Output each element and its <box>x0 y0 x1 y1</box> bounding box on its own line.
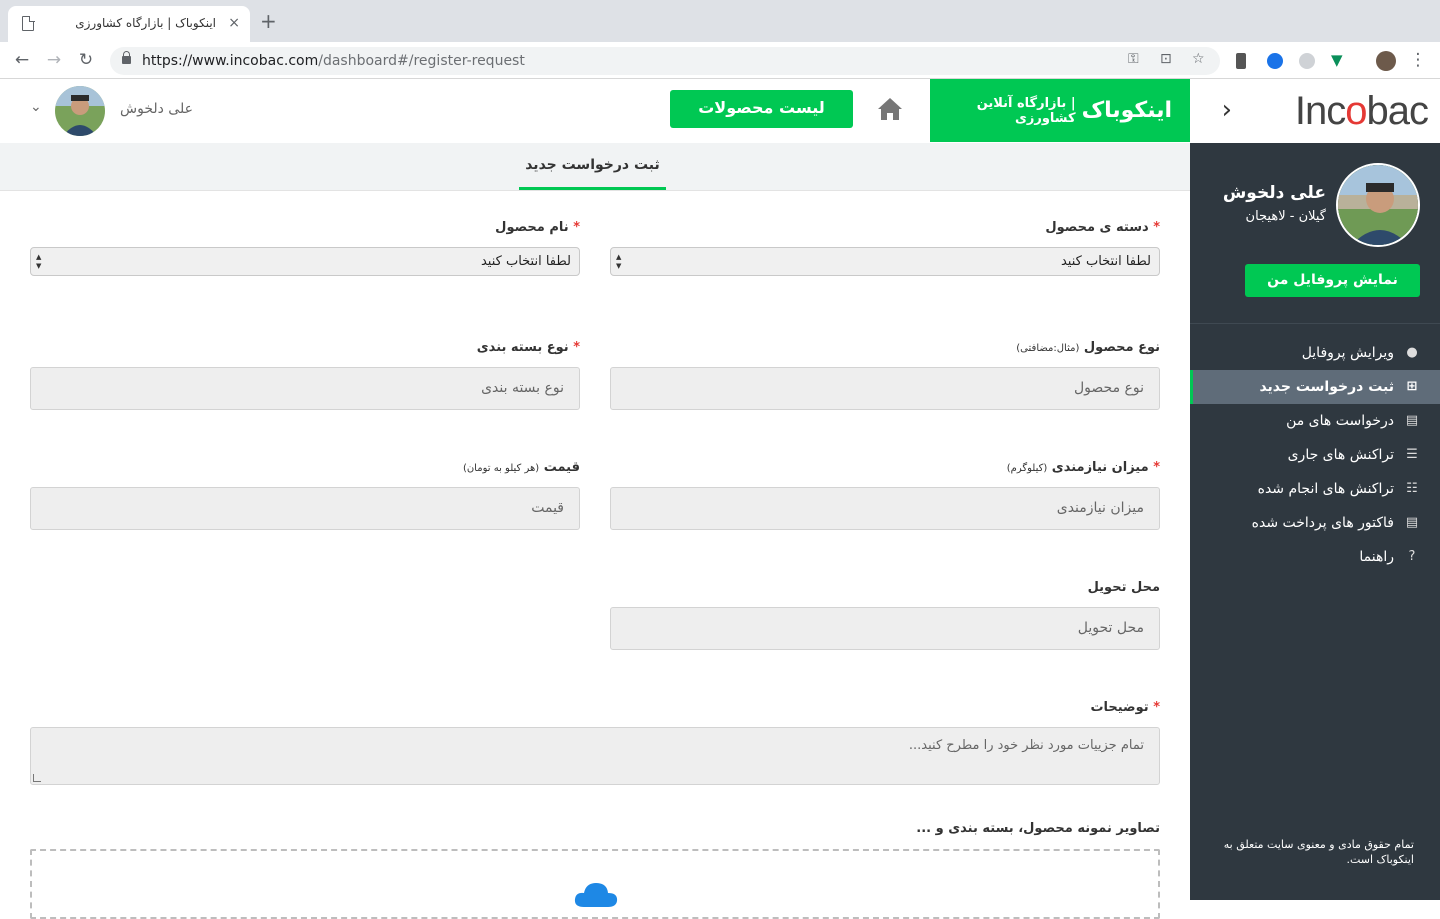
product-type-label: نوع محصول (مثال:مضافتی) <box>1016 340 1160 355</box>
sidebar-item-my-requests[interactable]: ▤ درخواست های من <box>1190 404 1440 438</box>
new-tab-button[interactable]: + <box>260 11 277 31</box>
question-circle-icon: ? <box>1408 549 1416 564</box>
quantity-label: * میزان نیازمندی (کیلوگرم) <box>1006 460 1160 475</box>
price-input[interactable]: قیمت <box>30 487 580 530</box>
browser-menu-icon[interactable]: ⋮ <box>1406 49 1430 71</box>
tab-new-request[interactable]: ثبت درخواست جدید <box>519 143 666 190</box>
brand-name: اینکوباک <box>1081 98 1172 123</box>
address-bar[interactable]: https://www.incobac.com/dashboard#/regis… <box>110 47 1220 75</box>
image-dropzone[interactable] <box>30 849 1160 919</box>
app-header: Incobac › اینکوباک | بازارگاه آنلاین کشا… <box>0 79 1440 143</box>
select-arrows-icon: ▲ ▼ <box>616 253 622 270</box>
packaging-input[interactable]: نوع بسته بندی <box>30 367 580 410</box>
back-icon[interactable]: ← <box>10 49 34 71</box>
images-label: تصاویر نمونه محصول، بسته بندی و ... <box>916 821 1160 836</box>
incobac-logo[interactable]: Incobac <box>1295 89 1429 134</box>
browser-profile-avatar[interactable] <box>1376 51 1396 71</box>
sidebar-item-label: درخواست های من <box>1286 413 1394 429</box>
extension-v-icon[interactable]: ▼ <box>1331 52 1347 68</box>
cloud-upload-icon <box>574 883 618 907</box>
quantity-input[interactable]: میزان نیازمندی <box>610 487 1160 530</box>
home-icon[interactable] <box>875 94 905 124</box>
show-profile-button[interactable]: نمایش پروفایل من <box>1245 264 1420 297</box>
list-alt-icon: ▤ <box>1405 413 1419 428</box>
category-select[interactable]: لطفا انتخاب کنید ▲ ▼ <box>610 247 1160 276</box>
delivery-input[interactable]: محل تحویل <box>610 607 1160 650</box>
product-type-input[interactable]: نوع محصول <box>610 367 1160 410</box>
plus-square-icon: ⊞ <box>1406 379 1418 394</box>
header-user-name[interactable]: علی دلخوش <box>120 101 193 117</box>
sidebar-item-label: ثبت درخواست جدید <box>1259 379 1394 395</box>
forward-icon[interactable]: → <box>42 49 66 71</box>
extension-blue-icon[interactable] <box>1267 53 1283 69</box>
reload-icon[interactable]: ↻ <box>74 49 98 71</box>
sidebar-avatar <box>1336 163 1420 247</box>
list-icon: ☰ <box>1406 447 1418 462</box>
products-list-button[interactable]: لیست محصولات <box>670 90 853 128</box>
close-tab-icon[interactable]: × <box>228 14 240 32</box>
extension-gray-icon[interactable] <box>1299 53 1315 69</box>
tab-title: اینکوباک | بازارگاه کشاورزی <box>75 16 216 30</box>
browser-toolbar: ← → ↻ https://www.incobac.com/dashboard#… <box>0 42 1440 79</box>
price-label: قیمت (هر کیلو به تومان) <box>462 460 580 475</box>
product-name-label: * نام محصول <box>495 220 580 235</box>
brand-banner: اینکوباک | بازارگاه آنلاین کشاورزی <box>930 79 1190 142</box>
resize-handle-icon[interactable] <box>33 774 41 782</box>
sidebar-item-label: تراکنش های جاری <box>1287 447 1394 463</box>
th-list-icon: ☷ <box>1406 481 1418 496</box>
sidebar-item-edit-profile[interactable]: ● ویرایش پروفایل <box>1190 336 1440 370</box>
select-arrows-icon: ▲ ▼ <box>36 253 42 270</box>
sidebar-divider <box>1190 323 1440 324</box>
sidebar-item-current-transactions[interactable]: ☰ تراکنش های جاری <box>1190 438 1440 472</box>
key-icon[interactable]: ⚿ <box>1128 51 1139 67</box>
sidebar-user-location: گیلان - لاهیجان <box>1245 209 1326 224</box>
description-label: * توضیحات <box>1090 700 1160 715</box>
sidebar-item-help[interactable]: ? راهنما <box>1190 540 1440 574</box>
extension-phone-icon[interactable] <box>1236 53 1246 69</box>
sidebar-item-paid-invoices[interactable]: ▤ فاکتور های پرداخت شده <box>1190 506 1440 540</box>
delivery-label: محل تحویل <box>1087 580 1160 595</box>
sidebar-item-label: تراکنش های انجام شده <box>1257 481 1394 497</box>
sidebar-menu: ● ویرایش پروفایل ⊞ ثبت درخواست جدید ▤ در… <box>1190 336 1440 574</box>
header-avatar[interactable] <box>55 86 105 136</box>
user-icon: ● <box>1406 345 1418 360</box>
translate-icon[interactable]: ⊡ <box>1160 51 1172 67</box>
sidebar-toggle-chevron-icon[interactable]: › <box>1222 95 1232 125</box>
browser-tab[interactable]: اینکوباک | بازارگاه کشاورزی × <box>8 6 250 42</box>
sidebar-user-name: علی دلخوش <box>1222 183 1326 203</box>
description-textarea[interactable]: تمام جزییات مورد نظر خود را مطرح کنید... <box>30 727 1160 785</box>
bookmark-star-icon[interactable]: ☆ <box>1192 51 1205 67</box>
product-name-select[interactable]: لطفا انتخاب کنید ▲ ▼ <box>30 247 580 276</box>
browser-tabbar: اینکوباک | بازارگاه کشاورزی × + <box>0 0 1440 42</box>
user-dropdown-chevron-icon[interactable]: ⌄ <box>30 99 42 115</box>
sidebar-item-new-request[interactable]: ⊞ ثبت درخواست جدید <box>1190 370 1440 404</box>
brand-subtitle: | بازارگاه آنلاین کشاورزی <box>976 95 1076 126</box>
list-alt-icon: ▤ <box>1405 515 1419 530</box>
sidebar-item-label: راهنما <box>1359 549 1394 565</box>
url-text: https://www.incobac.com/dashboard#/regis… <box>142 53 525 69</box>
sidebar-copyright: تمام حقوق مادی و معنوی سایت متعلق به این… <box>1223 838 1414 866</box>
sidebar: علی دلخوش گیلان - لاهیجان نمایش پروفایل … <box>1190 143 1440 900</box>
lock-icon <box>122 51 131 64</box>
packaging-label: * نوع بسته بندی <box>476 340 580 355</box>
sidebar-item-label: فاکتور های پرداخت شده <box>1251 515 1394 531</box>
sidebar-item-completed-transactions[interactable]: ☷ تراکنش های انجام شده <box>1190 472 1440 506</box>
sidebar-item-label: ویرایش پروفایل <box>1301 345 1394 361</box>
category-label: * دسته ی محصول <box>1045 220 1160 235</box>
page-favicon-icon <box>22 15 35 31</box>
page-tabstrip: ثبت درخواست جدید <box>0 143 1190 191</box>
